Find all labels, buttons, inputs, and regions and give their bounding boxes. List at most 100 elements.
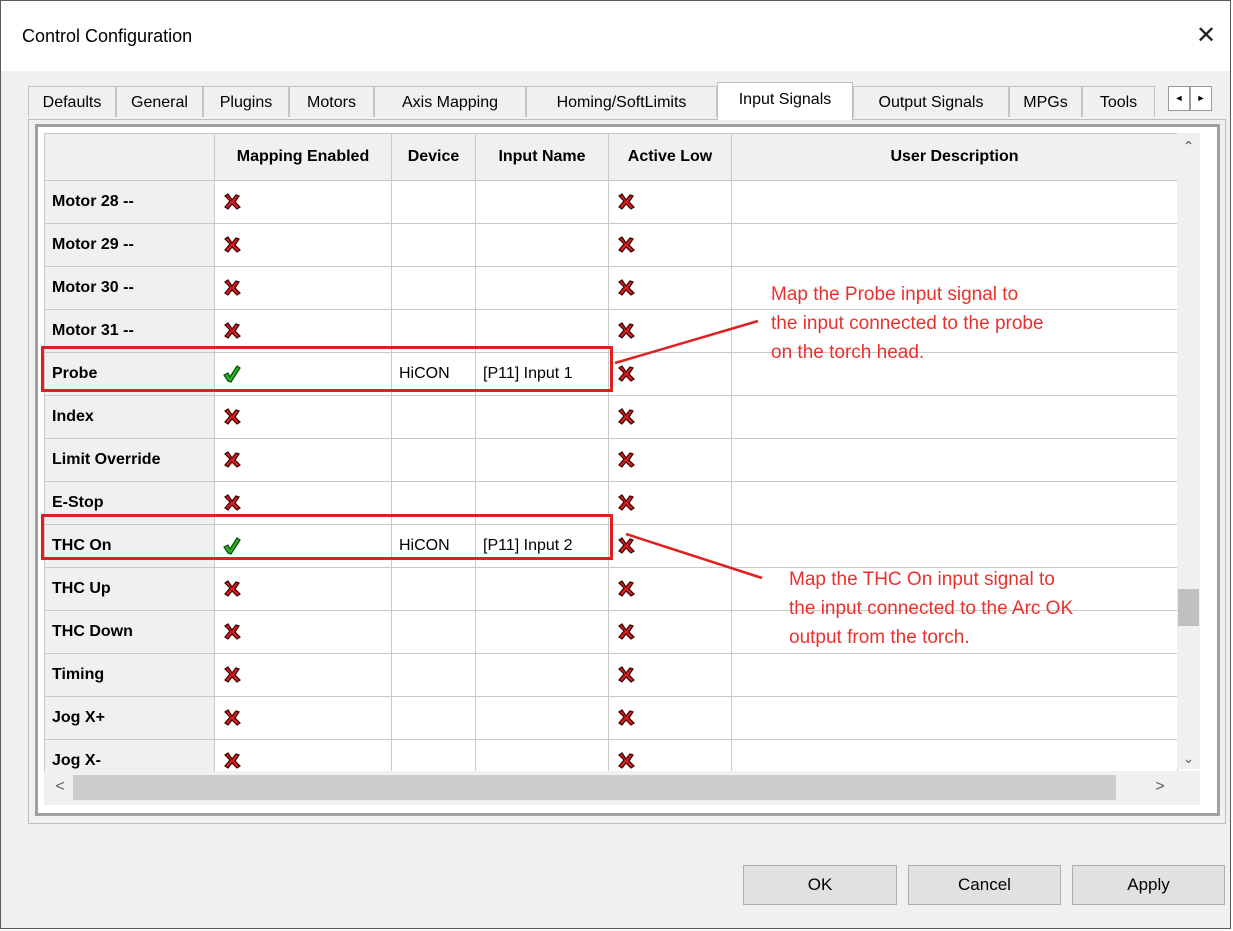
row-header[interactable]: Motor 29 --	[44, 223, 215, 267]
active-low-cell[interactable]	[608, 352, 732, 396]
input-name-cell[interactable]	[475, 438, 609, 482]
input-name-cell[interactable]	[475, 223, 609, 267]
close-button[interactable]: ✕	[1188, 19, 1224, 55]
table-row[interactable]: Motor 28 --	[44, 180, 1178, 224]
user-description-cell[interactable]	[731, 481, 1178, 525]
active-low-cell[interactable]	[608, 567, 732, 611]
table-row[interactable]: Timing	[44, 653, 1178, 697]
column-header-input-name[interactable]: Input Name	[475, 133, 609, 181]
vertical-scrollbar[interactable]	[1177, 133, 1200, 769]
device-cell[interactable]	[391, 696, 476, 740]
scroll-right-arrow-icon[interactable]: >	[1148, 775, 1172, 800]
active-low-cell[interactable]	[608, 395, 732, 439]
active-low-cell[interactable]	[608, 266, 732, 310]
input-name-cell[interactable]	[475, 653, 609, 697]
mapping-enabled-cell[interactable]	[214, 180, 392, 224]
input-name-cell[interactable]	[475, 567, 609, 611]
x-mark-icon	[616, 751, 636, 771]
row-header[interactable]: Index	[44, 395, 215, 439]
row-header[interactable]: Motor 28 --	[44, 180, 215, 224]
mapping-enabled-cell[interactable]	[214, 610, 392, 654]
input-name-cell[interactable]	[475, 395, 609, 439]
mapping-enabled-cell[interactable]	[214, 696, 392, 740]
active-low-cell[interactable]	[608, 180, 732, 224]
mapping-enabled-cell[interactable]	[214, 653, 392, 697]
active-low-cell[interactable]	[608, 481, 732, 525]
mapping-enabled-cell[interactable]	[214, 438, 392, 482]
active-low-cell[interactable]	[608, 438, 732, 482]
active-low-cell[interactable]	[608, 653, 732, 697]
row-header[interactable]: Jog X+	[44, 696, 215, 740]
active-low-cell[interactable]	[608, 223, 732, 267]
input-name-cell[interactable]	[475, 696, 609, 740]
scroll-left-arrow-icon[interactable]: <	[48, 775, 72, 800]
tab-plugins[interactable]: Plugins	[203, 86, 289, 117]
device-cell[interactable]	[391, 610, 476, 654]
user-description-cell[interactable]	[731, 395, 1178, 439]
user-description-cell[interactable]	[731, 524, 1178, 568]
horizontal-scroll-thumb[interactable]	[73, 775, 1116, 800]
tab-axis-mapping[interactable]: Axis Mapping	[374, 86, 526, 117]
column-header-device[interactable]: Device	[391, 133, 476, 181]
active-low-cell[interactable]	[608, 610, 732, 654]
tab-homing-softlimits[interactable]: Homing/SoftLimits	[526, 86, 717, 117]
user-description-cell[interactable]	[731, 438, 1178, 482]
column-header-active-low[interactable]: Active Low	[608, 133, 732, 181]
device-cell[interactable]	[391, 266, 476, 310]
window-title: Control Configuration	[22, 26, 193, 46]
row-header[interactable]: THC Up	[44, 567, 215, 611]
scroll-down-arrow-icon[interactable]: ⌄	[1177, 748, 1200, 768]
user-description-cell[interactable]	[731, 180, 1178, 224]
column-header-mapping-enabled[interactable]: Mapping Enabled	[214, 133, 392, 181]
x-mark-icon	[616, 450, 636, 470]
table-row[interactable]: Jog X+	[44, 696, 1178, 740]
table-row[interactable]: Limit Override	[44, 438, 1178, 482]
table-row[interactable]: Motor 29 --	[44, 223, 1178, 267]
input-name-cell[interactable]	[475, 610, 609, 654]
vertical-scroll-thumb[interactable]	[1178, 589, 1199, 626]
table-row[interactable]: Index	[44, 395, 1178, 439]
device-cell[interactable]	[391, 438, 476, 482]
row-header[interactable]: THC Down	[44, 610, 215, 654]
device-cell[interactable]	[391, 223, 476, 267]
tab-defaults[interactable]: Defaults	[28, 86, 116, 117]
input-name-cell[interactable]	[475, 266, 609, 310]
device-cell[interactable]	[391, 395, 476, 439]
row-header[interactable]: Motor 30 --	[44, 266, 215, 310]
tab-scroll-right-button[interactable]: ►	[1190, 86, 1212, 111]
tab-motors[interactable]: Motors	[289, 86, 374, 117]
scroll-up-arrow-icon[interactable]: ⌃	[1177, 136, 1200, 156]
apply-button[interactable]: Apply	[1072, 865, 1225, 905]
tab-general[interactable]: General	[116, 86, 203, 117]
grid-header-row: Mapping Enabled Device Input Name Active…	[44, 133, 1178, 181]
mapping-enabled-cell[interactable]	[214, 567, 392, 611]
x-mark-icon	[616, 192, 636, 212]
x-mark-icon	[616, 407, 636, 427]
ok-button[interactable]: OK	[743, 865, 897, 905]
row-header[interactable]: Limit Override	[44, 438, 215, 482]
user-description-cell[interactable]	[731, 653, 1178, 697]
user-description-cell[interactable]	[731, 223, 1178, 267]
mapping-enabled-cell[interactable]	[214, 223, 392, 267]
device-cell[interactable]	[391, 567, 476, 611]
user-description-cell[interactable]	[731, 696, 1178, 740]
column-header-user-description[interactable]: User Description	[731, 133, 1178, 181]
tab-mpgs[interactable]: MPGs	[1009, 86, 1082, 117]
tab-scroll-left-button[interactable]: ◄	[1168, 86, 1190, 111]
tab-tools[interactable]: Tools	[1082, 86, 1155, 117]
input-name-cell[interactable]	[475, 180, 609, 224]
tab-output-signals[interactable]: Output Signals	[853, 86, 1009, 117]
active-low-cell[interactable]	[608, 309, 732, 353]
mapping-enabled-cell[interactable]	[214, 266, 392, 310]
row-header[interactable]: Timing	[44, 653, 215, 697]
x-mark-icon	[222, 579, 242, 599]
device-cell[interactable]	[391, 180, 476, 224]
active-low-cell[interactable]	[608, 524, 732, 568]
column-header-name[interactable]	[44, 133, 215, 181]
x-mark-icon	[222, 665, 242, 685]
mapping-enabled-cell[interactable]	[214, 395, 392, 439]
tab-input-signals[interactable]: Input Signals	[717, 82, 853, 120]
device-cell[interactable]	[391, 653, 476, 697]
active-low-cell[interactable]	[608, 696, 732, 740]
cancel-button[interactable]: Cancel	[908, 865, 1061, 905]
